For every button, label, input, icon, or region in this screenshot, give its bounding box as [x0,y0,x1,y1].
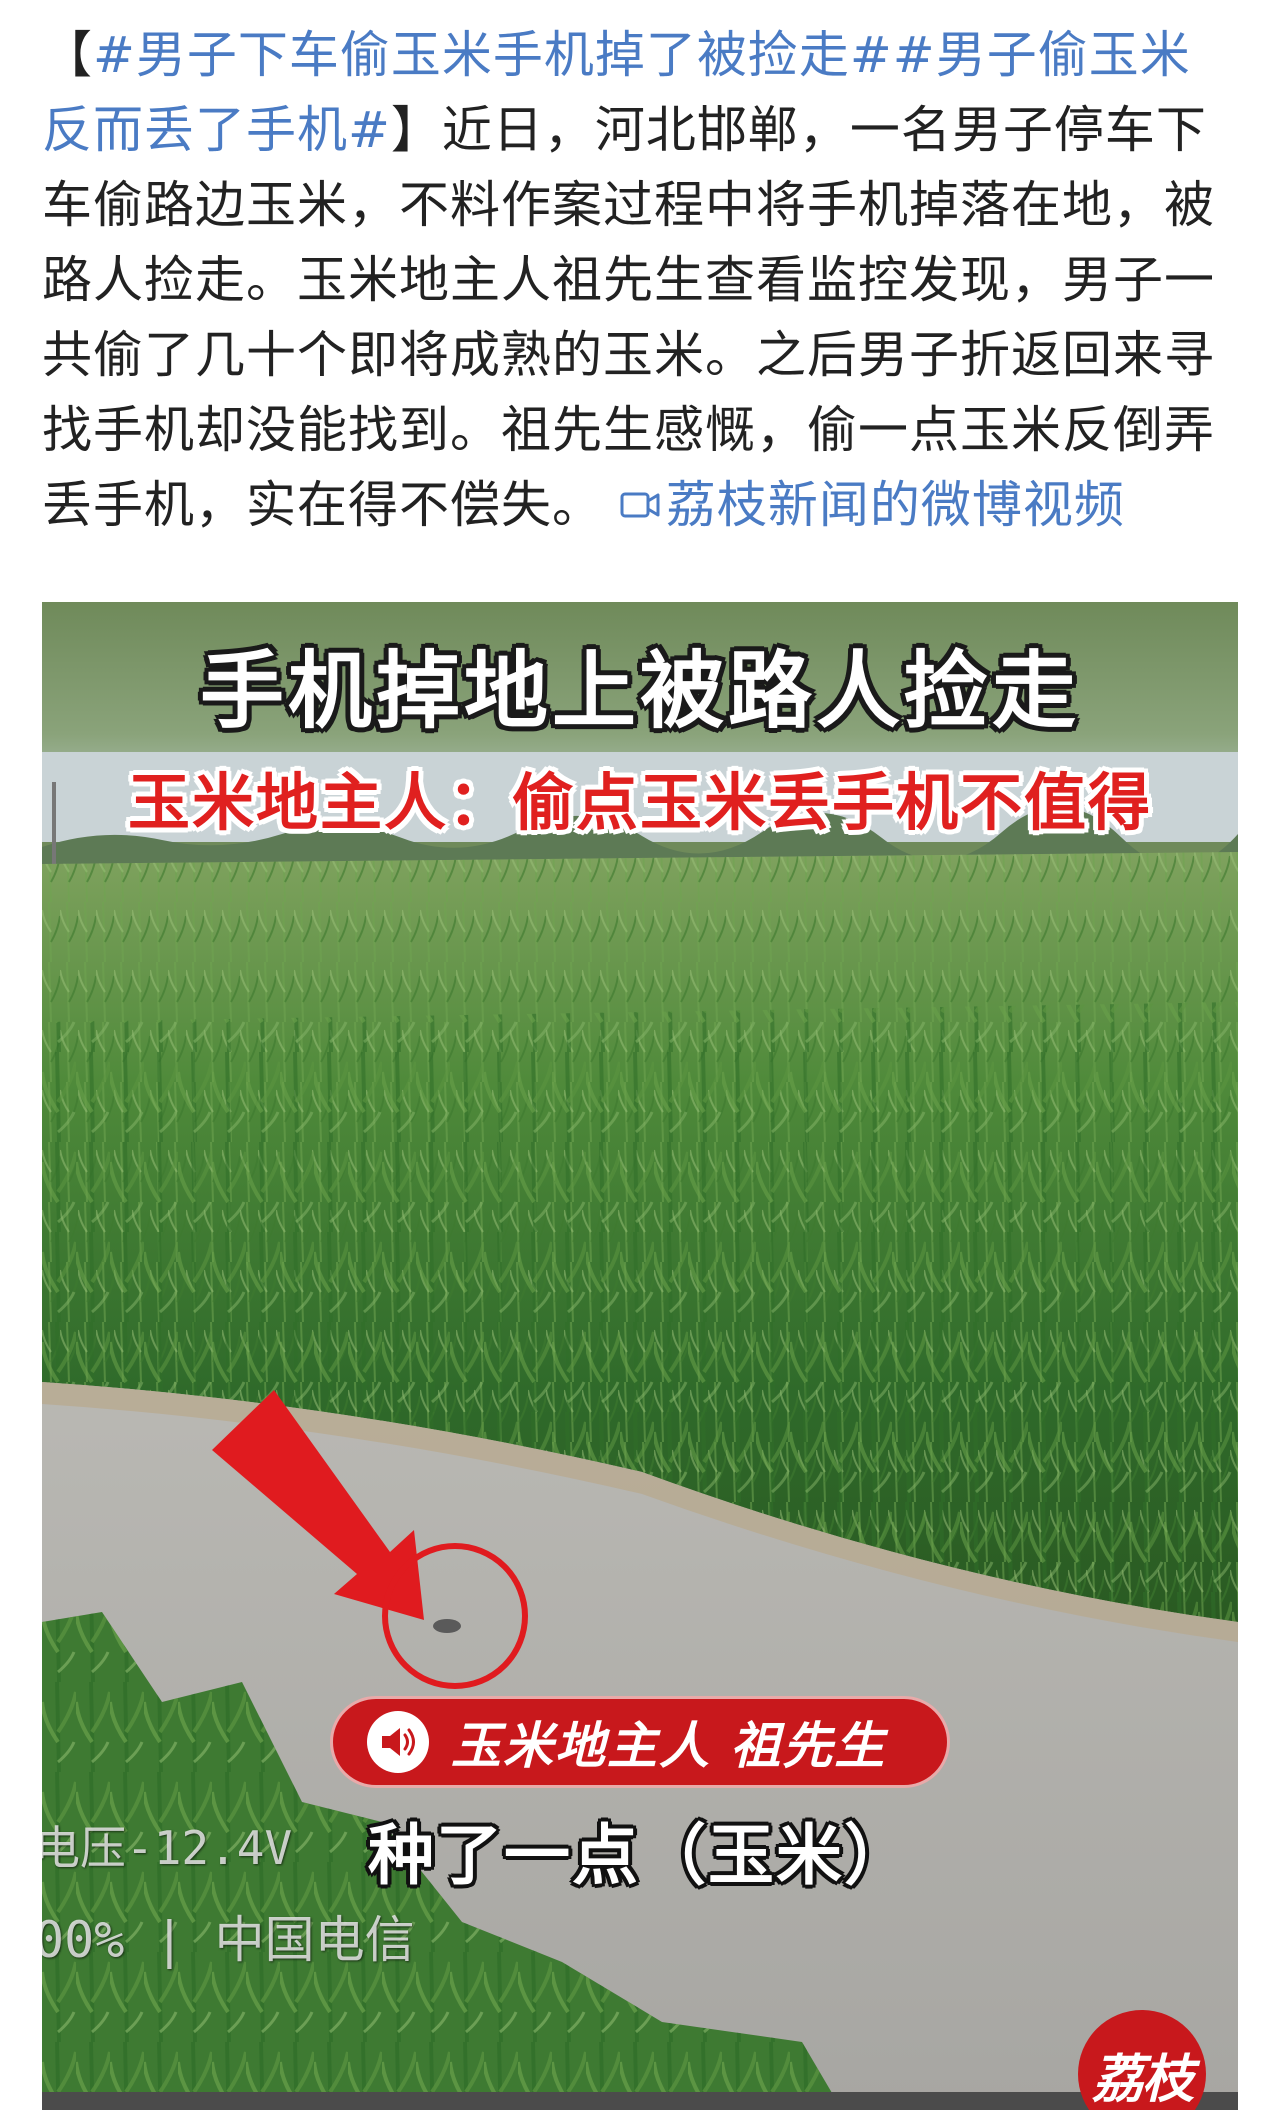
camera-voltage-readout: 电压-12.4V [42,1821,293,1875]
camera-carrier-readout: 00% | 中国电信 [42,1911,415,1969]
bracket-close: 】 [390,101,442,159]
post-text: 【#男子下车偷玉米手机掉了被捡走##男子偷玉米反而丢了手机#】近日，河北邯郸，一… [42,18,1240,543]
bracket-open: 【 [42,26,93,84]
video-source-link[interactable]: 荔枝新闻的微博视频 [620,476,1125,534]
speaker-icon [367,1711,429,1773]
video-player[interactable]: 手机掉地上被路人捡走 玉米地主人：偷点玉米丢手机不值得 玉米地主人 祖先生 种了… [42,602,1238,2110]
video-overlay-title: 手机掉地上被路人捡走 [199,642,1080,740]
video-camera-icon [620,467,660,542]
video-source-label: 荔枝新闻的微博视频 [665,476,1125,534]
hashtag-link-1[interactable]: #男子下车偷玉米手机掉了被捡走# [93,26,893,84]
speaker-label: 玉米地主人 祖先生 [451,1717,887,1775]
video-overlay-subtitle: 玉米地主人：偷点玉米丢手机不值得 [127,766,1152,839]
speaker-name-tag: 玉米地主人 祖先生 [330,1696,950,1788]
